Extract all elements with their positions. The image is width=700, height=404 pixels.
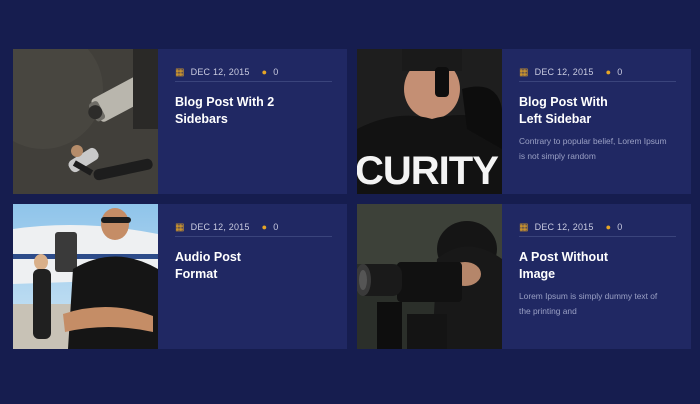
- comment-icon: ●: [605, 222, 612, 232]
- security-camera-photo: [13, 49, 158, 194]
- post-title-line[interactable]: Sidebars: [175, 111, 305, 128]
- post-title-line[interactable]: Audio Post: [175, 249, 305, 266]
- post-excerpt: Lorem Ipsum is simply dummy text of the …: [519, 291, 658, 316]
- post-title-line[interactable]: Image: [519, 266, 649, 283]
- post-card[interactable]: CURITY ▦ DEC 12, 2015 ● 0 Blog Post With…: [357, 49, 691, 194]
- comment-icon: ●: [605, 67, 612, 77]
- post-title-line[interactable]: Blog Post With: [519, 94, 649, 111]
- post-thumbnail[interactable]: [13, 49, 158, 194]
- post-meta: ▦ DEC 12, 2015 ● 0: [175, 218, 332, 237]
- post-card[interactable]: ▦ DEC 12, 2015 ● 0 Blog Post With 2 Side…: [13, 49, 347, 194]
- comment-count[interactable]: 0: [273, 67, 278, 77]
- post-date: DEC 12, 2015: [534, 67, 594, 77]
- post-date: DEC 12, 2015: [190, 67, 250, 77]
- comment-count[interactable]: 0: [617, 222, 622, 232]
- post-meta: ▦ DEC 12, 2015 ● 0: [519, 63, 676, 82]
- post-title[interactable]: A Post Without Image: [519, 249, 649, 283]
- post-body: ▦ DEC 12, 2015 ● 0 Audio Post Format: [158, 204, 347, 349]
- post-card[interactable]: ▦ DEC 12, 2015 ● 0 A Post Without Image …: [357, 204, 691, 349]
- post-title-line[interactable]: Format: [175, 266, 305, 283]
- security-guard-photo: CURITY: [357, 49, 502, 194]
- post-card[interactable]: ▦ DEC 12, 2015 ● 0 Audio Post Format: [13, 204, 347, 349]
- post-thumbnail[interactable]: [13, 204, 158, 349]
- post-meta: ▦ DEC 12, 2015 ● 0: [175, 63, 332, 82]
- comment-count[interactable]: 0: [617, 67, 622, 77]
- comment-icon: ●: [261, 222, 268, 232]
- calendar-icon: ▦: [175, 66, 185, 78]
- post-excerpt: Contrary to popular belief, Lorem Ipsum …: [519, 136, 667, 161]
- post-title-line[interactable]: A Post Without: [519, 249, 649, 266]
- post-date: DEC 12, 2015: [190, 222, 250, 232]
- post-body: ▦ DEC 12, 2015 ● 0 Blog Post With Left S…: [502, 49, 691, 194]
- bodyguard-jet-photo: [13, 204, 158, 349]
- post-title-line[interactable]: Blog Post With 2: [175, 94, 305, 111]
- calendar-icon: ▦: [519, 66, 529, 78]
- post-title[interactable]: Audio Post Format: [175, 249, 305, 283]
- jacket-text: CURITY: [357, 149, 499, 193]
- post-title-line[interactable]: Left Sidebar: [519, 111, 649, 128]
- comment-count[interactable]: 0: [273, 222, 278, 232]
- post-thumbnail[interactable]: [357, 204, 502, 349]
- post-title[interactable]: Blog Post With Left Sidebar: [519, 94, 649, 128]
- post-meta: ▦ DEC 12, 2015 ● 0: [519, 218, 676, 237]
- post-title[interactable]: Blog Post With 2 Sidebars: [175, 94, 305, 128]
- post-body: ▦ DEC 12, 2015 ● 0 A Post Without Image …: [502, 204, 691, 349]
- post-grid: ▦ DEC 12, 2015 ● 0 Blog Post With 2 Side…: [13, 49, 691, 349]
- post-thumbnail[interactable]: CURITY: [357, 49, 502, 194]
- calendar-icon: ▦: [175, 221, 185, 233]
- comment-icon: ●: [261, 67, 268, 77]
- post-body: ▦ DEC 12, 2015 ● 0 Blog Post With 2 Side…: [158, 49, 347, 194]
- post-date: DEC 12, 2015: [534, 222, 594, 232]
- photographer-camera-photo: [357, 204, 502, 349]
- calendar-icon: ▦: [519, 221, 529, 233]
